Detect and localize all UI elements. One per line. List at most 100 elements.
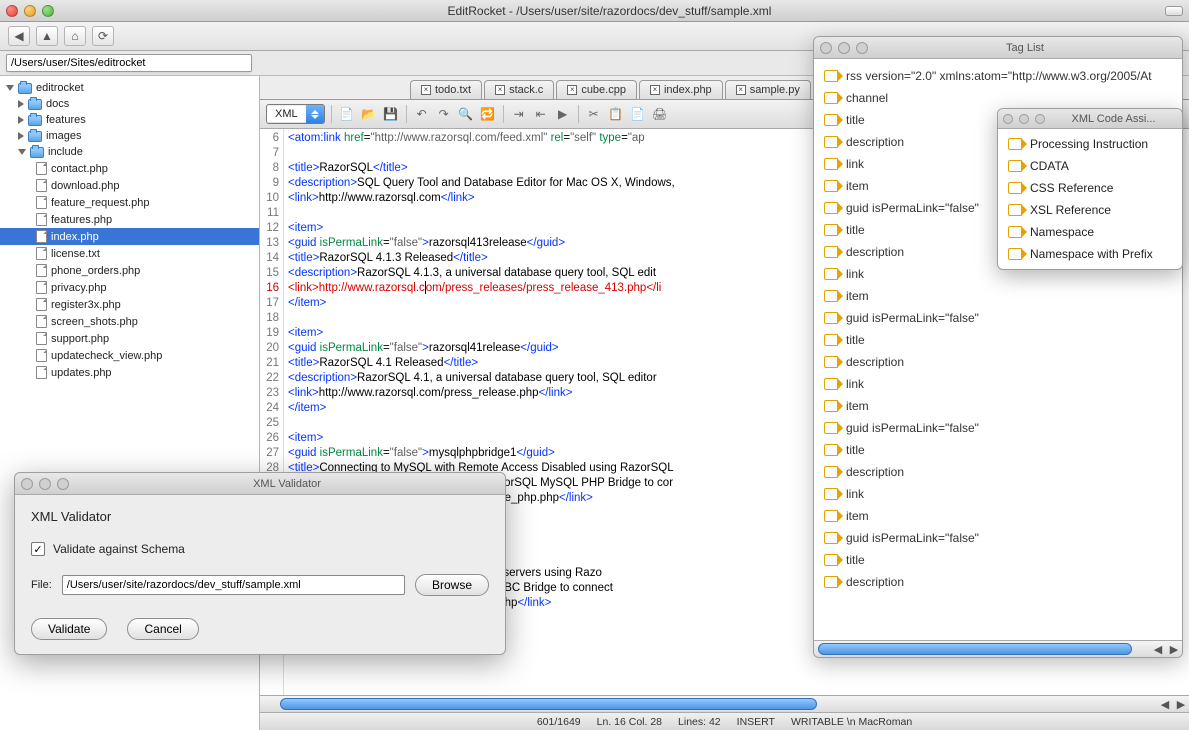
copy-icon[interactable]: 📋 xyxy=(607,105,625,123)
assist-item[interactable]: Processing Instruction xyxy=(998,133,1182,155)
tree-file[interactable]: contact.php xyxy=(0,160,259,177)
tag-list-item[interactable]: description xyxy=(814,571,1182,593)
refresh-button[interactable]: ⟳ xyxy=(92,26,114,46)
path-input[interactable] xyxy=(6,54,252,72)
dialog-close-button[interactable] xyxy=(21,478,33,490)
assist-close-button[interactable] xyxy=(1003,114,1013,124)
tag-list-item[interactable]: description xyxy=(814,351,1182,373)
assist-item[interactable]: Namespace with Prefix xyxy=(998,243,1182,265)
save-icon[interactable]: 💾 xyxy=(382,105,400,123)
new-file-icon[interactable]: 📄 xyxy=(338,105,356,123)
tag-list-item[interactable]: title xyxy=(814,439,1182,461)
close-tab-icon[interactable]: × xyxy=(567,85,577,95)
tag-list-item[interactable]: title xyxy=(814,549,1182,571)
tree-file[interactable]: feature_request.php xyxy=(0,194,259,211)
tag-list-item[interactable]: item xyxy=(814,285,1182,307)
indent-icon[interactable]: ⇥ xyxy=(510,105,528,123)
tree-file[interactable]: screen_shots.php xyxy=(0,313,259,330)
scrollbar-thumb[interactable] xyxy=(818,643,1132,655)
dialog-zoom-button[interactable] xyxy=(57,478,69,490)
tree-file[interactable]: privacy.php xyxy=(0,279,259,296)
scroll-right-icon[interactable]: ▶ xyxy=(1173,696,1189,712)
redo-icon[interactable]: ↷ xyxy=(435,105,453,123)
scroll-right-icon[interactable]: ▶ xyxy=(1166,641,1182,657)
tree-file[interactable]: phone_orders.php xyxy=(0,262,259,279)
close-tab-icon[interactable]: × xyxy=(736,85,746,95)
assist-titlebar[interactable]: XML Code Assi... xyxy=(998,109,1182,129)
home-button[interactable]: ⌂ xyxy=(64,26,86,46)
scroll-left-icon[interactable]: ◀ xyxy=(1157,696,1173,712)
close-tab-icon[interactable]: × xyxy=(495,85,505,95)
print-icon[interactable]: 🖨 xyxy=(651,105,669,123)
tree-file[interactable]: updatecheck_view.php xyxy=(0,347,259,364)
tag-list-item[interactable]: rss version="2.0" xmlns:atom="http://www… xyxy=(814,65,1182,87)
tag-list-item[interactable]: description xyxy=(814,461,1182,483)
scroll-left-icon[interactable]: ◀ xyxy=(1150,641,1166,657)
assist-item[interactable]: Namespace xyxy=(998,221,1182,243)
assist-zoom-button[interactable] xyxy=(1035,114,1045,124)
assist-item-list[interactable]: Processing InstructionCDATACSS Reference… xyxy=(998,129,1182,269)
tree-file[interactable]: updates.php xyxy=(0,364,259,381)
tree-folder[interactable]: images xyxy=(0,128,259,144)
tag-list-item[interactable]: guid isPermaLink="false" xyxy=(814,527,1182,549)
tree-file[interactable]: register3x.php xyxy=(0,296,259,313)
panel-horizontal-scrollbar[interactable]: ◀ ▶ xyxy=(814,640,1182,657)
panel-titlebar[interactable]: Tag List xyxy=(814,37,1182,59)
toolbar-toggle-button[interactable] xyxy=(1165,6,1183,16)
assist-item[interactable]: XSL Reference xyxy=(998,199,1182,221)
dialog-titlebar[interactable]: XML Validator xyxy=(15,473,505,495)
scrollbar-thumb[interactable] xyxy=(280,698,817,710)
assist-item[interactable]: CSS Reference xyxy=(998,177,1182,199)
close-window-button[interactable] xyxy=(6,5,18,17)
cut-icon[interactable]: ✂ xyxy=(585,105,603,123)
tag-list-item[interactable]: item xyxy=(814,395,1182,417)
open-folder-icon[interactable]: 📂 xyxy=(360,105,378,123)
close-tab-icon[interactable]: × xyxy=(650,85,660,95)
dialog-minimize-button[interactable] xyxy=(39,478,51,490)
tree-file[interactable]: support.php xyxy=(0,330,259,347)
tree-file[interactable]: download.php xyxy=(0,177,259,194)
editor-tab[interactable]: ×todo.txt xyxy=(410,80,482,99)
outdent-icon[interactable]: ⇤ xyxy=(532,105,550,123)
editor-tab[interactable]: ×sample.py xyxy=(725,80,811,99)
tag-list-item[interactable]: link xyxy=(814,373,1182,395)
tree-file[interactable]: license.txt xyxy=(0,245,259,262)
tag-list-item[interactable]: item xyxy=(814,505,1182,527)
tag-list-item[interactable]: guid isPermaLink="false" xyxy=(814,417,1182,439)
zoom-window-button[interactable] xyxy=(42,5,54,17)
tree-file[interactable]: features.php xyxy=(0,211,259,228)
back-button[interactable]: ◀ xyxy=(8,26,30,46)
minimize-window-button[interactable] xyxy=(24,5,36,17)
editor-tab[interactable]: ×stack.c xyxy=(484,80,554,99)
up-button[interactable]: ▲ xyxy=(36,26,58,46)
browse-button[interactable]: Browse xyxy=(415,574,489,596)
editor-horizontal-scrollbar[interactable]: ◀ ▶ xyxy=(260,695,1189,712)
close-tab-icon[interactable]: × xyxy=(421,85,431,95)
tag-list-item[interactable]: link xyxy=(814,483,1182,505)
panel-close-button[interactable] xyxy=(820,42,832,54)
file-path-input[interactable] xyxy=(62,575,405,595)
cancel-button[interactable]: Cancel xyxy=(127,618,198,640)
tag-list-item[interactable]: guid isPermaLink="false" xyxy=(814,307,1182,329)
panel-minimize-button[interactable] xyxy=(838,42,850,54)
tree-folder[interactable]: features xyxy=(0,112,259,128)
paste-icon[interactable]: 📄 xyxy=(629,105,647,123)
tree-folder[interactable]: include xyxy=(0,144,259,160)
find-icon[interactable]: 🔍 xyxy=(457,105,475,123)
replace-icon[interactable]: 🔁 xyxy=(479,105,497,123)
editor-tab[interactable]: ×index.php xyxy=(639,80,723,99)
tag-list-item[interactable]: channel xyxy=(814,87,1182,109)
tree-folder[interactable]: docs xyxy=(0,96,259,112)
language-selector[interactable]: XML xyxy=(266,104,325,124)
validate-schema-checkbox[interactable]: ✓ xyxy=(31,542,45,556)
editor-tab[interactable]: ×cube.cpp xyxy=(556,80,637,99)
validate-button[interactable]: Validate xyxy=(31,618,107,640)
tree-file[interactable]: index.php xyxy=(0,228,259,245)
assist-minimize-button[interactable] xyxy=(1019,114,1029,124)
run-icon[interactable]: ▶ xyxy=(554,105,572,123)
undo-icon[interactable]: ↶ xyxy=(413,105,431,123)
tag-list-item[interactable]: title xyxy=(814,329,1182,351)
tree-root[interactable]: editrocket xyxy=(0,80,259,96)
assist-item[interactable]: CDATA xyxy=(998,155,1182,177)
panel-zoom-button[interactable] xyxy=(856,42,868,54)
